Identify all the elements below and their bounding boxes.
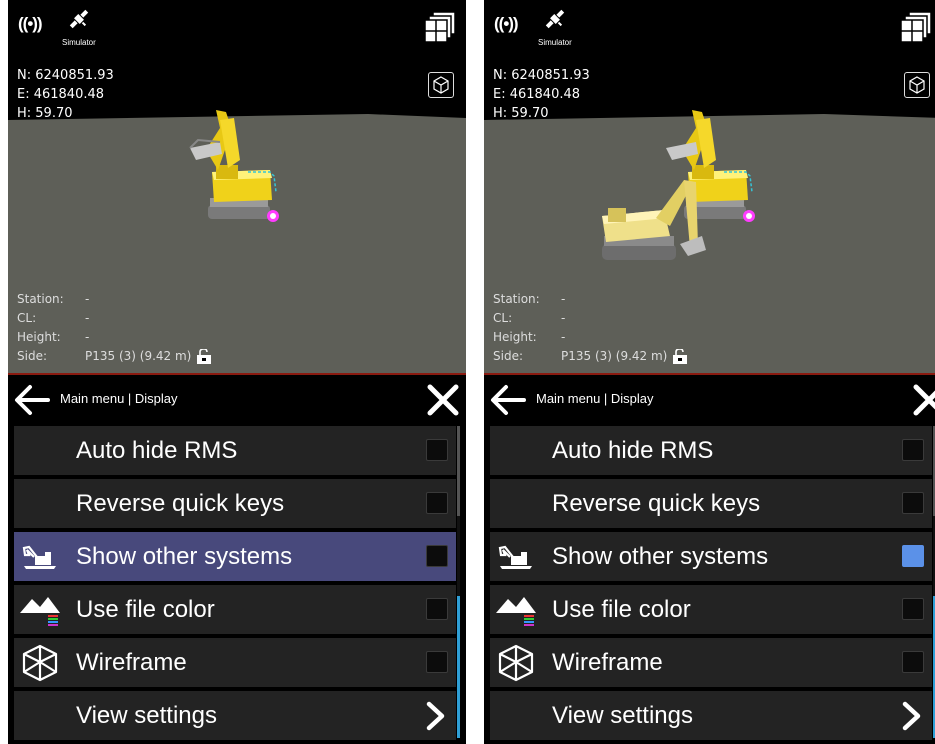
- reverse-quick-keys-label: Reverse quick keys: [552, 489, 761, 517]
- height-key: Height:: [17, 330, 61, 344]
- signal-icon: ((•)): [18, 14, 43, 33]
- wireframe-row[interactable]: Wireframe: [14, 638, 456, 687]
- easting: E: 461840.48: [17, 87, 105, 102]
- station-key: Station:: [493, 292, 540, 306]
- close-icon[interactable]: [426, 383, 460, 417]
- side-value: P135 (3) (9.42 m): [85, 349, 192, 363]
- mountains-icon: [20, 591, 60, 628]
- auto-hide-rms-checkbox[interactable]: [902, 439, 924, 461]
- 3d-viewport[interactable]: ((•)) Simulator N: 6240851.93 E: 461840.…: [484, 0, 935, 373]
- wireframe-checkbox[interactable]: [426, 651, 448, 673]
- side-key: Side:: [17, 349, 47, 363]
- auto-hide-rms-row[interactable]: Auto hide RMS: [14, 426, 456, 475]
- alignment-info: Station: - CL: - Height: - Side: P135 (3) (…: [17, 290, 212, 366]
- use-file-color-checkbox[interactable]: [426, 598, 448, 620]
- signal-icon: ((•)): [494, 14, 519, 33]
- wireframe-row[interactable]: Wireframe: [490, 638, 932, 687]
- show-other-systems-row[interactable]: Show other systems: [490, 532, 932, 581]
- side-key: Side:: [493, 349, 523, 363]
- wireframe-label: Wireframe: [552, 648, 663, 676]
- simulator-label: Simulator: [62, 38, 96, 47]
- auto-hide-rms-row[interactable]: Auto hide RMS: [490, 426, 932, 475]
- unlock-icon[interactable]: [196, 349, 212, 364]
- wireframe-checkbox[interactable]: [902, 651, 924, 673]
- view-settings-label: View settings: [76, 701, 217, 729]
- coordinates-readout: N: 6240851.93 E: 461840.48 H: 59.70: [17, 66, 114, 123]
- height-value: -: [85, 330, 90, 344]
- close-icon[interactable]: [912, 383, 935, 417]
- excavator-icon: [496, 538, 536, 575]
- show-other-systems-checkbox[interactable]: [426, 545, 448, 567]
- view-settings-row[interactable]: View settings: [490, 691, 932, 740]
- screen-left: ((•)) Simulator N: 6240851.93 E: 461840.…: [8, 0, 466, 744]
- unlock-icon[interactable]: [672, 349, 688, 364]
- cl-value: -: [85, 311, 90, 325]
- show-other-systems-checkbox[interactable]: [902, 545, 924, 567]
- scrollbar-progress: [457, 596, 460, 738]
- northing: N: 6240851.93: [17, 68, 114, 83]
- wireframe-label: Wireframe: [76, 648, 187, 676]
- reverse-quick-keys-checkbox[interactable]: [902, 492, 924, 514]
- menu-header: Main menu | Display: [484, 375, 935, 425]
- auto-hide-rms-checkbox[interactable]: [426, 439, 448, 461]
- side-value: P135 (3) (9.42 m): [561, 349, 668, 363]
- cl-key: CL:: [493, 311, 513, 325]
- back-arrow-icon[interactable]: [488, 383, 528, 417]
- height-key: Height:: [493, 330, 537, 344]
- breadcrumb: Main menu | Display: [60, 391, 178, 406]
- wireframe-cube-icon: [496, 644, 536, 681]
- use-file-color-label: Use file color: [76, 595, 215, 623]
- screen-right: ((•)) Simulator N: 6240851.93 E: 461840.…: [484, 0, 935, 744]
- view-cube-button[interactable]: [904, 72, 930, 98]
- excavator-icon: [20, 538, 60, 575]
- display-settings-list: Auto hide RMS Reverse quick keys Show ot…: [490, 426, 932, 744]
- cube-icon: [433, 76, 449, 94]
- station-value: -: [561, 292, 566, 306]
- reverse-quick-keys-checkbox[interactable]: [426, 492, 448, 514]
- scrollbar-thumb[interactable]: [457, 426, 460, 516]
- coordinates-readout: N: 6240851.93 E: 461840.48 H: 59.70: [493, 66, 590, 123]
- chevron-right-icon: [902, 701, 921, 731]
- back-arrow-icon[interactable]: [12, 383, 52, 417]
- alignment-info: Station: - CL: - Height: - Side: P135 (3) (…: [493, 290, 688, 366]
- breadcrumb: Main menu | Display: [536, 391, 654, 406]
- wireframe-cube-icon: [20, 644, 60, 681]
- height-coord: H: 59.70: [493, 106, 549, 121]
- use-file-color-checkbox[interactable]: [902, 598, 924, 620]
- show-other-systems-label: Show other systems: [552, 542, 769, 570]
- reverse-quick-keys-row[interactable]: Reverse quick keys: [490, 479, 932, 528]
- reverse-quick-keys-row[interactable]: Reverse quick keys: [14, 479, 456, 528]
- satellite-icon: [69, 9, 89, 29]
- height-coord: H: 59.70: [17, 106, 73, 121]
- station-key: Station:: [17, 292, 64, 306]
- mountains-icon: [496, 591, 536, 628]
- view-cube-button[interactable]: [428, 72, 454, 98]
- use-file-color-label: Use file color: [552, 595, 691, 623]
- menu-header: Main menu | Display: [8, 375, 466, 425]
- view-settings-label: View settings: [552, 701, 693, 729]
- reverse-quick-keys-label: Reverse quick keys: [76, 489, 285, 517]
- 3d-viewport[interactable]: ((•)) Simulator N: 6240851.93 E: 461840.…: [8, 0, 466, 373]
- cl-value: -: [561, 311, 566, 325]
- view-settings-row[interactable]: View settings: [14, 691, 456, 740]
- station-value: -: [85, 292, 90, 306]
- height-value: -: [561, 330, 566, 344]
- use-file-color-row[interactable]: Use file color: [14, 585, 456, 634]
- northing: N: 6240851.93: [493, 68, 590, 83]
- easting: E: 461840.48: [493, 87, 581, 102]
- show-other-systems-row[interactable]: Show other systems: [14, 532, 456, 581]
- auto-hide-rms-label: Auto hide RMS: [552, 436, 714, 464]
- display-settings-list: Auto hide RMS Reverse quick keys Show ot…: [14, 426, 456, 744]
- cube-icon: [909, 76, 925, 94]
- layers-icon[interactable]: [900, 10, 934, 44]
- auto-hide-rms-label: Auto hide RMS: [76, 436, 238, 464]
- simulator-label: Simulator: [538, 38, 572, 47]
- show-other-systems-label: Show other systems: [76, 542, 293, 570]
- scrollbar[interactable]: [457, 426, 460, 738]
- use-file-color-row[interactable]: Use file color: [490, 585, 932, 634]
- satellite-icon: [545, 9, 565, 29]
- layers-icon[interactable]: [424, 10, 458, 44]
- cl-key: CL:: [17, 311, 37, 325]
- chevron-right-icon: [426, 701, 445, 731]
